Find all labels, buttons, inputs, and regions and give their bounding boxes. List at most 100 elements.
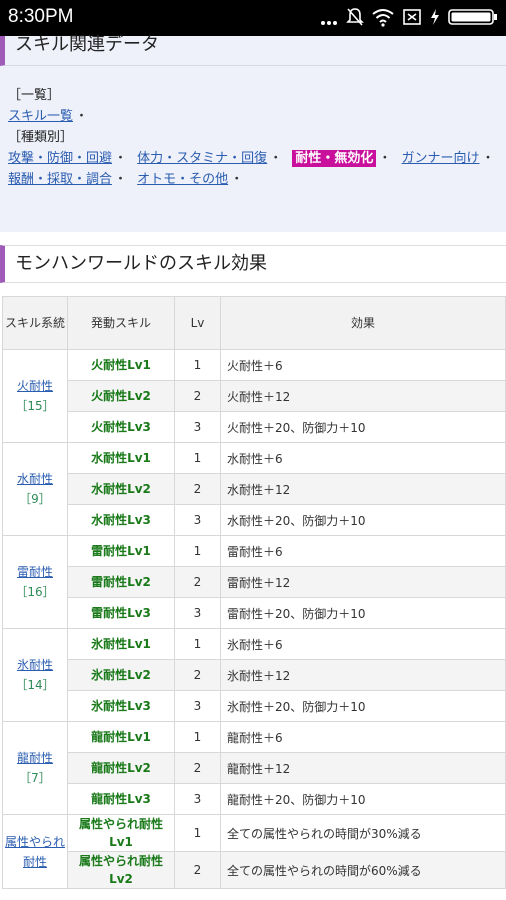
- skill-effect: 火耐性＋12: [220, 380, 506, 412]
- skill-name: 雷耐性Lv1: [67, 535, 175, 567]
- skill-level: 3: [174, 783, 221, 815]
- status-bar: 8:30PM: [0, 0, 506, 36]
- skill-level: 1: [174, 349, 221, 381]
- skill-group-count: ［9］: [19, 492, 51, 506]
- header-lv: Lv: [174, 296, 221, 350]
- skill-group-count: ［15］: [15, 399, 55, 413]
- skill-level: 2: [174, 851, 221, 889]
- skill-level: 1: [174, 628, 221, 660]
- skill-effect: 全ての属性やられの時間が60%減る: [220, 851, 506, 889]
- skill-level: 3: [174, 690, 221, 722]
- link-skill-list[interactable]: スキル一覧: [8, 109, 73, 124]
- skill-group-cell: 水耐性 ［9］: [2, 442, 68, 536]
- link-palico-other[interactable]: オトモ・その他: [137, 172, 228, 187]
- skill-level: 2: [174, 566, 221, 598]
- list-label: ［一覧］: [8, 88, 61, 103]
- skill-level: 1: [174, 721, 221, 753]
- header-skill: 発動スキル: [67, 296, 175, 350]
- skill-effect: 氷耐性＋6: [220, 628, 506, 660]
- skill-name: 雷耐性Lv2: [67, 566, 175, 598]
- skill-group-cell: 雷耐性 ［16］: [2, 535, 68, 629]
- table-row: 氷耐性 ［14］ 氷耐性Lv1 1 氷耐性＋6: [2, 628, 506, 722]
- skill-effect: 火耐性＋6: [220, 349, 506, 381]
- skill-name: 水耐性Lv1: [67, 442, 175, 474]
- table-row: 水耐性Lv2 2 水耐性＋12: [3, 473, 506, 505]
- skill-effect: 全ての属性やられの時間が30%減る: [220, 814, 506, 852]
- sim-x-icon: [403, 9, 421, 25]
- skill-name: 火耐性Lv1: [67, 349, 175, 381]
- table-row: 氷耐性Lv3 3 氷耐性＋20、防御力＋10: [3, 690, 506, 722]
- table-row: 水耐性Lv3 3 水耐性＋20、防御力＋10: [3, 504, 506, 536]
- table-header-row: スキル系統 発動スキル Lv 効果: [2, 296, 506, 350]
- link-reward-gather[interactable]: 報酬・採取・調合: [8, 172, 112, 187]
- skill-effect: 龍耐性＋20、防御力＋10: [220, 783, 506, 815]
- skill-effect: 龍耐性＋6: [220, 721, 506, 753]
- skill-name: 火耐性Lv2: [67, 380, 175, 412]
- skill-effect: 雷耐性＋6: [220, 535, 506, 567]
- table-row: 雷耐性 ［16］ 雷耐性Lv1 1 雷耐性＋6: [2, 535, 506, 629]
- skill-level: 2: [174, 752, 221, 784]
- wifi-icon: [372, 9, 394, 27]
- skill-effect: 雷耐性＋20、防御力＋10: [220, 597, 506, 629]
- separator: ・: [230, 172, 244, 187]
- status-time: 8:30PM: [8, 6, 74, 27]
- skill-level: 1: [174, 535, 221, 567]
- skill-level: 3: [174, 504, 221, 536]
- skill-group-link[interactable]: 雷耐性: [3, 562, 67, 582]
- skill-level: 1: [174, 442, 221, 474]
- section-title: モンハンワールドのスキル効果: [0, 245, 506, 283]
- table-row: 属性やられ耐性Lv2 2 全ての属性やられの時間が60%減る: [3, 851, 506, 889]
- skill-group-cell: 属性やられ耐性: [2, 814, 68, 889]
- skill-effect: 水耐性＋20、防御力＋10: [220, 504, 506, 536]
- active-category-resistance[interactable]: 耐性・無効化: [292, 150, 377, 167]
- skill-group-link[interactable]: 氷耐性: [3, 655, 67, 675]
- skill-level: 3: [174, 411, 221, 443]
- skill-name: 属性やられ耐性Lv1: [67, 814, 175, 852]
- link-attack-defense[interactable]: 攻撃・防御・回避: [8, 151, 112, 166]
- separator: ・: [114, 172, 128, 187]
- skill-effect: 火耐性＋20、防御力＋10: [220, 411, 506, 443]
- skill-effect: 水耐性＋12: [220, 473, 506, 505]
- related-heading: スキル関連データ: [0, 36, 506, 66]
- header-group: スキル系統: [2, 296, 68, 350]
- skill-group-link[interactable]: 龍耐性: [3, 748, 67, 768]
- link-gunner[interactable]: ガンナー向け: [402, 151, 480, 166]
- table-body: 火耐性 ［15］ 火耐性Lv1 1 火耐性＋6 火耐性Lv2 2 火耐性＋12 火耐性Lv3 3 火…: [2, 349, 506, 889]
- skill-name: 火耐性Lv3: [67, 411, 175, 443]
- skill-effect: 氷耐性＋12: [220, 659, 506, 691]
- skill-name: 氷耐性Lv3: [67, 690, 175, 722]
- table-row: 雷耐性Lv3 3 雷耐性＋20、防御力＋10: [3, 597, 506, 629]
- skill-name: 龍耐性Lv1: [67, 721, 175, 753]
- table-row: 属性やられ耐性 属性やられ耐性Lv1 1 全ての属性やられの時間が30%減る: [2, 814, 506, 889]
- skill-group-cell: 氷耐性 ［14］: [2, 628, 68, 722]
- skill-effect: 水耐性＋6: [220, 442, 506, 474]
- table-row: 水耐性 ［9］ 水耐性Lv1 1 水耐性＋6: [2, 442, 506, 536]
- skill-name: 水耐性Lv3: [67, 504, 175, 536]
- category-label: ［種類別］: [8, 130, 74, 145]
- skill-name: 龍耐性Lv2: [67, 752, 175, 784]
- skill-group-count: ［16］: [15, 585, 55, 599]
- skill-group-cell: 龍耐性 ［7］: [2, 721, 68, 815]
- status-icons: [320, 7, 498, 27]
- skill-level: 2: [174, 659, 221, 691]
- table-row: 龍耐性Lv2 2 龍耐性＋12: [3, 752, 506, 784]
- skill-effect: 氷耐性＋20、防御力＋10: [220, 690, 506, 722]
- skill-group-cell: 火耐性 ［15］: [2, 349, 68, 443]
- skill-level: 2: [174, 473, 221, 505]
- table-row: 氷耐性Lv2 2 氷耐性＋12: [3, 659, 506, 691]
- table-row: 火耐性Lv3 3 火耐性＋20、防御力＋10: [3, 411, 506, 443]
- skill-name: 雷耐性Lv3: [67, 597, 175, 629]
- list-links-row: スキル一覧・: [8, 107, 498, 128]
- table-row: 雷耐性Lv2 2 雷耐性＋12: [3, 566, 506, 598]
- related-data-panel: スキル関連データ ［一覧］ スキル一覧・ ［種類別］ 攻撃・防御・回避・ 体力・…: [0, 36, 506, 232]
- skill-name: 氷耐性Lv1: [67, 628, 175, 660]
- skill-group-link[interactable]: 属性やられ耐性: [3, 832, 67, 872]
- table-row: 火耐性 ［15］ 火耐性Lv1 1 火耐性＋6: [2, 349, 506, 443]
- skill-group-link[interactable]: 火耐性: [3, 376, 67, 396]
- skill-effect-table: スキル系統 発動スキル Lv 効果 火耐性 ［15］ 火耐性Lv1 1 火耐性＋6 火耐性…: [2, 296, 506, 889]
- link-health-stamina[interactable]: 体力・スタミナ・回復: [137, 151, 267, 166]
- skill-group-link[interactable]: 水耐性: [3, 469, 67, 489]
- skill-name: 属性やられ耐性Lv2: [67, 851, 175, 889]
- table-row: 火耐性Lv2 2 火耐性＋12: [3, 380, 506, 412]
- skill-group-count: ［7］: [19, 771, 51, 785]
